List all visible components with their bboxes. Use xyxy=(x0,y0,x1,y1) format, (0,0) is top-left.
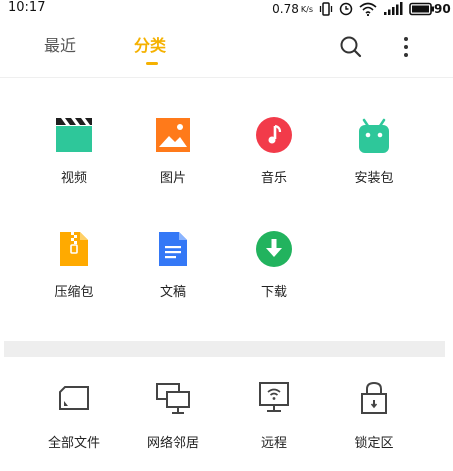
category-label: 下载 xyxy=(260,285,287,300)
network-speed: 0.78 K/s xyxy=(272,2,313,16)
battery-level: 90 xyxy=(434,2,451,16)
document-icon xyxy=(159,232,187,266)
category-video[interactable]: 视频 xyxy=(29,116,119,187)
storage-label: 全部文件 xyxy=(47,436,100,451)
signal-icon xyxy=(384,2,403,15)
category-image[interactable]: 图片 xyxy=(128,116,218,187)
status-indicators: 0.78 K/s 90 xyxy=(272,0,451,18)
category-label: 音乐 xyxy=(260,171,287,186)
sd-card-icon xyxy=(59,386,89,410)
video-clapper-icon xyxy=(56,118,92,152)
more-vertical-icon[interactable] xyxy=(393,34,419,60)
category-label: 图片 xyxy=(159,171,186,186)
status-bar: 10:17 0.78 K/s 90 xyxy=(0,0,453,20)
category-document[interactable]: 文稿 xyxy=(128,230,218,301)
remote-monitor-icon xyxy=(259,382,289,412)
storage-remote[interactable]: 远程 xyxy=(229,379,319,452)
vibrate-icon xyxy=(319,2,333,16)
network-speed-value: 0.78 xyxy=(272,2,299,16)
network-speed-unit: K/s xyxy=(300,4,313,14)
alarm-icon xyxy=(339,2,353,16)
storage-label: 网络邻居 xyxy=(146,436,199,451)
active-tab-indicator xyxy=(146,62,158,65)
image-icon xyxy=(156,118,190,152)
download-icon xyxy=(256,231,292,267)
network-computers-icon xyxy=(156,383,190,414)
storage-label: 锁定区 xyxy=(354,436,394,451)
category-label: 视频 xyxy=(60,171,87,186)
android-icon xyxy=(359,118,389,153)
category-label: 文稿 xyxy=(159,285,186,300)
category-music[interactable]: 音乐 xyxy=(229,116,319,187)
tab-recent[interactable]: 最近 xyxy=(44,36,76,56)
storage-locked[interactable]: 锁定区 xyxy=(329,379,419,452)
status-time: 10:17 xyxy=(8,0,46,15)
header-bar: 最近 分类 xyxy=(0,20,453,78)
storage-label: 远程 xyxy=(260,436,287,451)
tab-category[interactable]: 分类 xyxy=(134,36,166,56)
category-label: 安装包 xyxy=(354,171,394,186)
category-download[interactable]: 下载 xyxy=(229,230,319,301)
category-label: 压缩包 xyxy=(54,285,94,300)
category-apk[interactable]: 安装包 xyxy=(329,116,419,187)
battery-indicator: 90 xyxy=(409,2,451,16)
search-icon[interactable] xyxy=(338,34,364,60)
lock-icon xyxy=(361,381,387,414)
storage-network[interactable]: 网络邻居 xyxy=(128,379,218,452)
battery-icon xyxy=(409,2,434,16)
category-archive[interactable]: 压缩包 xyxy=(29,230,119,301)
wifi-icon xyxy=(359,2,377,16)
music-note-icon xyxy=(256,117,292,153)
storage-all-files[interactable]: 全部文件 xyxy=(29,379,119,452)
zip-file-icon xyxy=(60,232,88,266)
section-divider xyxy=(4,341,445,357)
